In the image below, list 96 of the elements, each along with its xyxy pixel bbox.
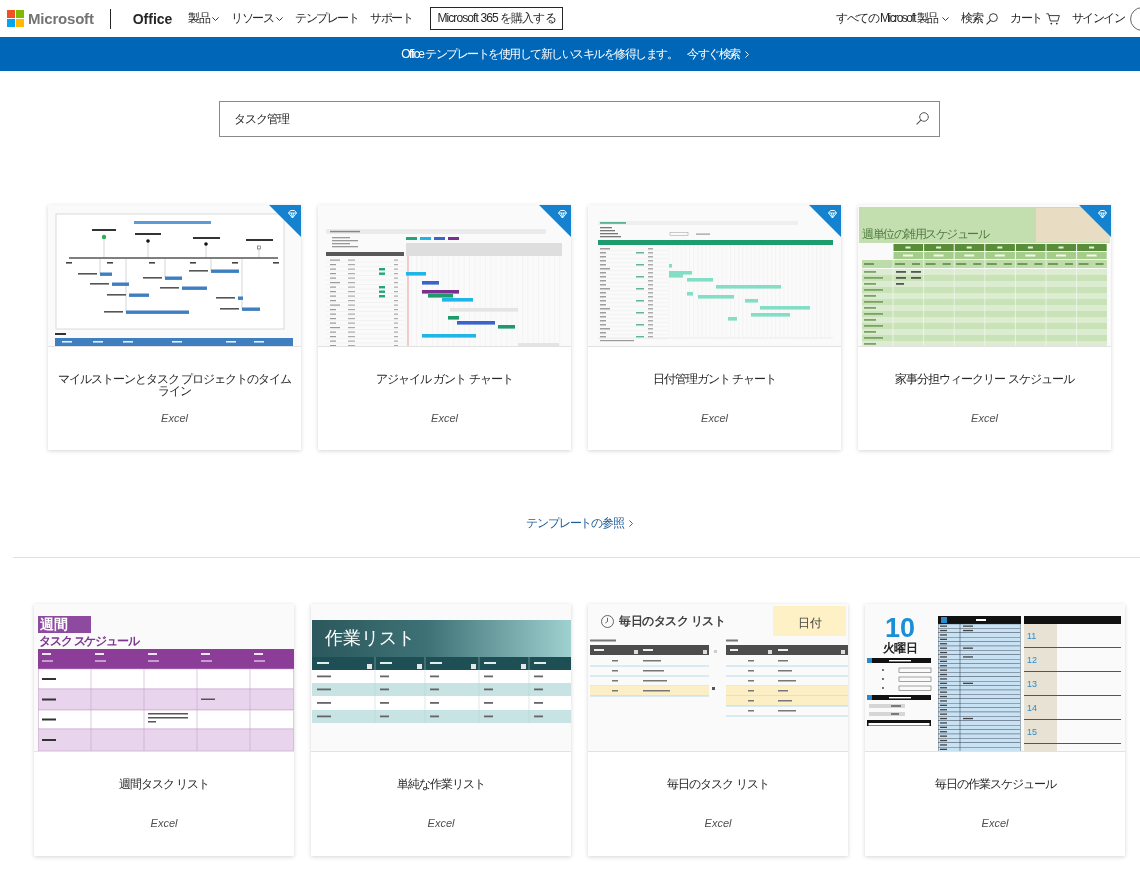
gantt-bar: [716, 285, 781, 289]
template-title: 単純な作業リスト: [397, 778, 485, 790]
clock-icon: [601, 614, 614, 628]
app-label: Excel: [701, 411, 728, 425]
day-number-cell: 11: [1024, 624, 1057, 647]
milestone-marker: [101, 234, 107, 240]
day-number-cell: 13: [1024, 672, 1057, 695]
legend-swatch-icon: [448, 237, 459, 240]
chevron-down-icon: [212, 16, 220, 21]
task-bar: [165, 276, 182, 280]
chevron-right-icon: [744, 50, 749, 58]
search-field[interactable]: タスク管理: [219, 101, 940, 137]
weekday-label: 火曜日: [882, 642, 918, 655]
day-number-cell: 15: [1024, 720, 1057, 743]
chevron-right-icon: [628, 519, 633, 527]
banner-link[interactable]: 今すぐ検索: [687, 45, 749, 63]
sheet-title: 週単位の雑用スケジュール: [861, 228, 988, 243]
form-fields-drawing: [867, 657, 933, 727]
gantt-bar: [687, 292, 693, 296]
nav-link[interactable]: サポート: [370, 10, 413, 27]
task-bar: [211, 269, 239, 273]
input-box-drawing: [669, 232, 689, 236]
day-number-cell: 12: [1024, 648, 1057, 671]
template-card[interactable]: 週単位の雑用スケジュール 家事分担ウィークリー スケジュール Excel: [858, 205, 1111, 450]
task-bar: [238, 296, 243, 300]
template-title: マイルストーンとタスク プロジェクトのタイムライン: [56, 373, 293, 397]
products-menu[interactable]: すべての Microsoft 製品: [836, 10, 949, 27]
app-label: Excel: [981, 816, 1009, 830]
logo-icon[interactable]: [7, 10, 24, 27]
template-title: 日付管理ガント チャート: [652, 373, 777, 385]
browse-templates-link[interactable]: テンプレートの参照: [526, 516, 633, 530]
cart-link[interactable]: カート: [1010, 10, 1060, 27]
date-cell: 日付: [773, 606, 846, 636]
legend-swatch-icon: [406, 237, 417, 240]
template-title: 毎日の作業スケジュール: [934, 778, 1056, 790]
date-number: 10: [884, 617, 915, 640]
template-card[interactable]: 10 火曜日 11 12 13 14 15 毎日の作業スケジュール Excel: [865, 604, 1125, 856]
task-bar: [126, 310, 189, 314]
app-label: Excel: [150, 816, 178, 830]
nav-link[interactable]: テンプレート: [295, 10, 359, 27]
sheet-title-label: 週間: [38, 616, 91, 633]
search-icon[interactable]: [916, 112, 929, 125]
product-link[interactable]: Office: [132, 10, 173, 27]
task-bar: [182, 286, 207, 290]
legend-swatch-icon: [434, 237, 445, 240]
task-bar: [100, 272, 112, 276]
template-card[interactable]: マイルストーンとタスク プロジェクトのタイムライン Excel: [48, 205, 301, 450]
template-card[interactable]: 週間 タスク スケジュール 週間タスク リスト Excel: [34, 604, 294, 856]
search-icon: [986, 12, 998, 25]
logo-text[interactable]: Microsoft: [28, 10, 94, 27]
gantt-bar: [669, 264, 672, 268]
cart-icon: [1045, 12, 1060, 25]
gantt-bar: [498, 325, 515, 329]
app-label: Excel: [704, 816, 732, 830]
gantt-bar: [422, 334, 476, 338]
gantt-bar: [698, 295, 734, 299]
app-label: Excel: [971, 411, 998, 425]
gantt-bar: [422, 281, 439, 285]
template-title: アジャイル ガント チャート: [376, 373, 513, 385]
gantt-bar: [406, 272, 426, 276]
gantt-bar: [728, 317, 737, 321]
gantt-bar: [751, 313, 790, 317]
sign-in-link[interactable]: サインイン: [1071, 10, 1124, 27]
task-bar: [129, 293, 149, 297]
gantt-bar: [687, 278, 713, 282]
template-title: 毎日のタスク リスト: [667, 778, 769, 790]
banner-message: Office テンプレートを使用して新しいスキルを修得します。: [401, 45, 678, 63]
template-title: 家事分担ウィークリー スケジュール: [895, 373, 1074, 385]
task-bar: [112, 282, 129, 286]
milestone-marker: [204, 242, 208, 246]
search-link[interactable]: 検索: [961, 10, 998, 27]
chevron-down-icon: [276, 16, 284, 21]
template-card[interactable]: アジャイル ガント チャート Excel: [318, 205, 571, 450]
day-number-cell: 14: [1024, 696, 1057, 719]
template-card[interactable]: 日付管理ガント チャート Excel: [588, 205, 841, 450]
gantt-bar: [760, 306, 810, 310]
legend-swatch-icon: [420, 237, 431, 240]
calendar-cell: [1024, 744, 1057, 751]
milestone-marker: [257, 245, 261, 250]
task-bar: [242, 307, 260, 311]
milestone-marker: [146, 239, 150, 243]
buy-button[interactable]: Microsoft 365 を購入する: [430, 7, 563, 30]
nav-dropdown[interactable]: 製品: [188, 10, 220, 27]
gantt-bar: [745, 299, 758, 303]
template-card[interactable]: 作業リスト 単純な作業リスト Excel: [311, 604, 571, 856]
app-label: Excel: [427, 816, 455, 830]
avatar-icon[interactable]: [1130, 6, 1140, 31]
nav-dropdown[interactable]: リソース: [231, 10, 284, 27]
sheet-title-banner: 作業リスト: [312, 620, 571, 657]
sheet-title: 毎日のタスク リスト: [619, 612, 726, 630]
app-label: Excel: [161, 411, 188, 425]
app-label: Excel: [431, 411, 458, 425]
template-title: 週間タスク リスト: [118, 778, 210, 790]
sheet-subtitle: タスク スケジュール: [39, 634, 139, 648]
template-card[interactable]: 毎日のタスク リスト 日付 毎日のタスク リスト Excel: [588, 604, 848, 856]
chevron-down-icon: [942, 16, 949, 21]
